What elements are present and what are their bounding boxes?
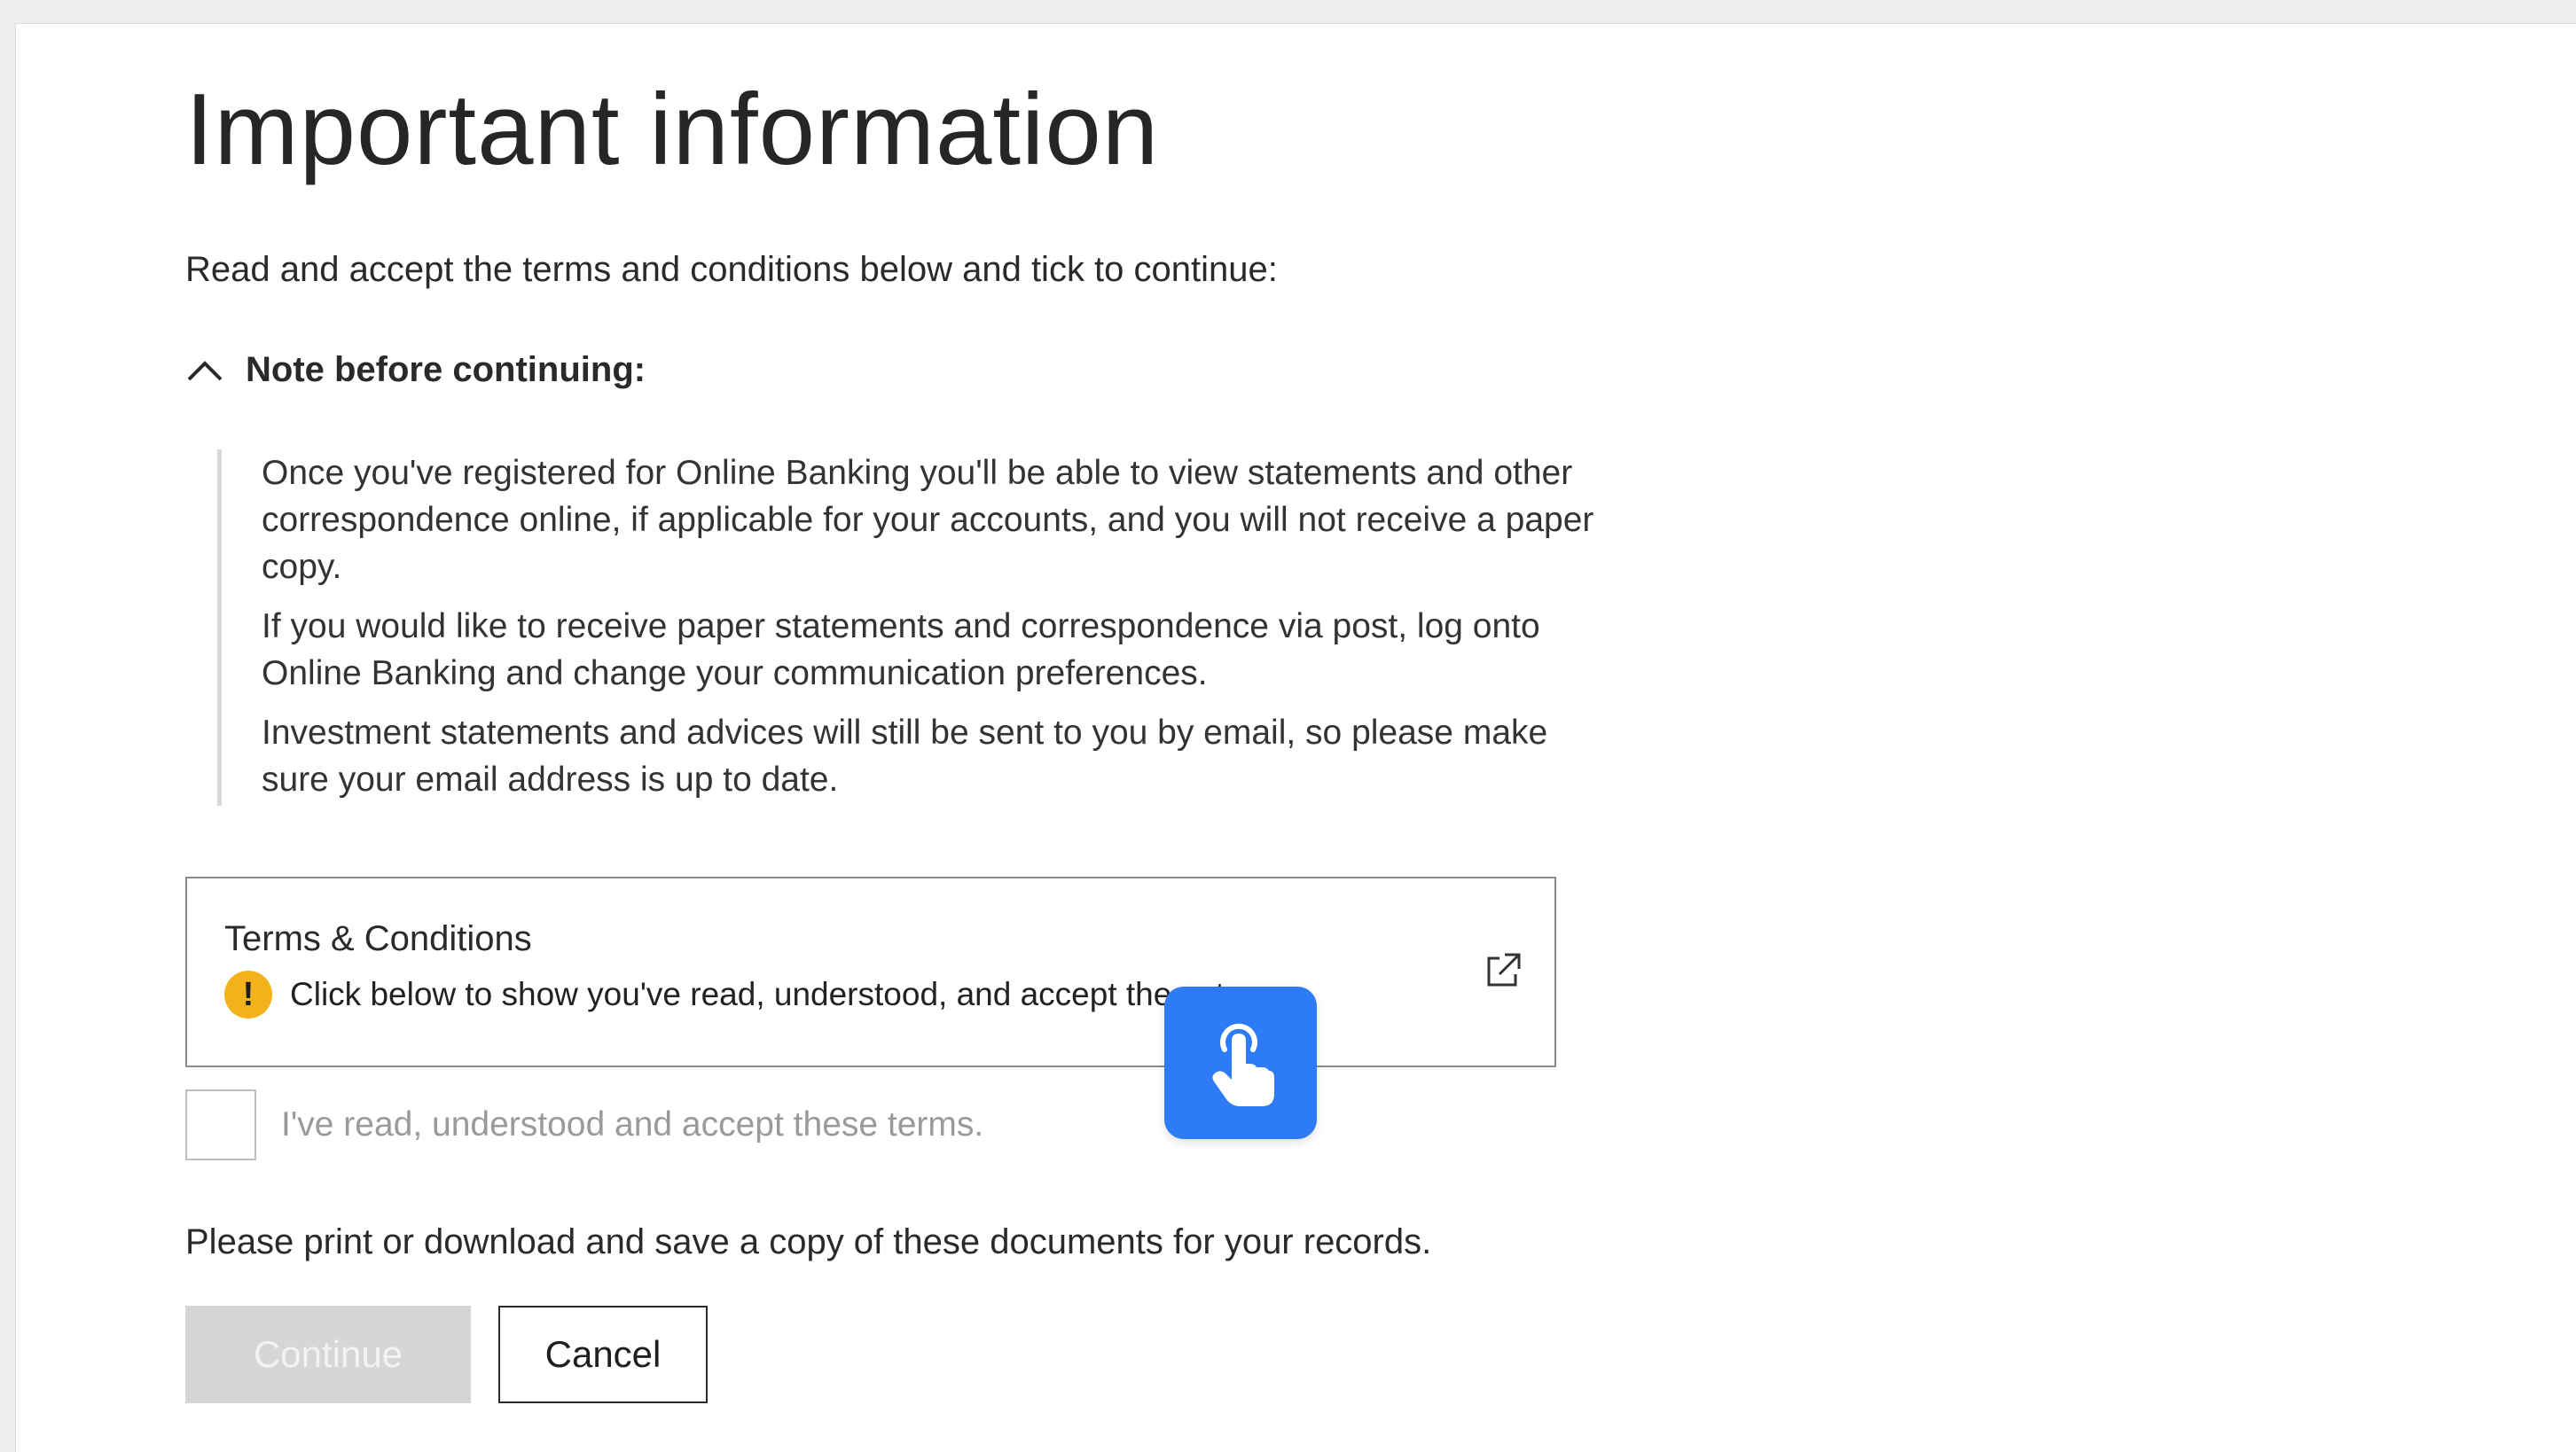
page-panel: Important information Read and accept th… [15, 23, 2576, 1452]
note-body: Once you've registered for Online Bankin… [217, 449, 1618, 806]
terms-warning: ! Click below to show you've read, under… [224, 971, 1297, 1019]
continue-button[interactable]: Continue [185, 1306, 471, 1403]
external-link-icon[interactable] [1482, 949, 1524, 992]
tap-hand-icon [1164, 987, 1317, 1139]
records-note: Please print or download and save a copy… [185, 1222, 1432, 1261]
accept-terms-checkbox[interactable] [185, 1089, 256, 1160]
chevron-up-icon [187, 361, 223, 381]
page-title: Important information [185, 74, 1160, 186]
accept-terms-row[interactable]: I've read, understood and accept these t… [185, 1089, 983, 1160]
terms-title: Terms & Conditions [224, 919, 532, 958]
terms-box: Terms & Conditions ! Click below to show… [185, 877, 1556, 1067]
accept-terms-label[interactable]: I've read, understood and accept these t… [281, 1105, 983, 1144]
note-paragraph: Investment statements and advices will s… [262, 714, 1548, 799]
cancel-button[interactable]: Cancel [498, 1306, 708, 1403]
note-paragraph: Once you've registered for Online Bankin… [262, 454, 1594, 586]
hand-pointer-icon [1212, 1023, 1274, 1106]
note-paragraph: If you would like to receive paper state… [262, 607, 1540, 692]
exclamation-icon: ! [224, 971, 272, 1019]
intro-text: Read and accept the terms and conditions… [185, 250, 1278, 289]
note-label: Note before continuing: [246, 349, 646, 389]
terms-warning-text: Click below to show you've read, underst… [290, 976, 1298, 1012]
note-toggle[interactable]: Note before continuing: [185, 343, 646, 396]
